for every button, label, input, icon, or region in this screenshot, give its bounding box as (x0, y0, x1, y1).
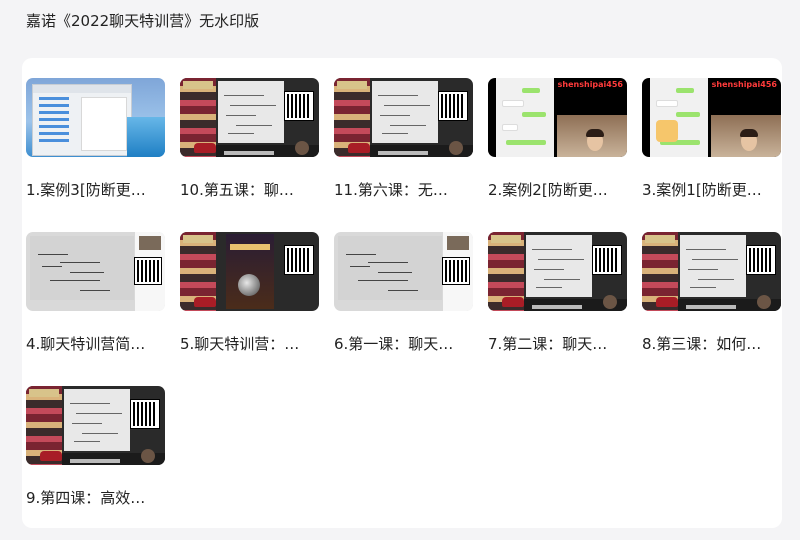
qr-code (134, 257, 162, 285)
chat-bubble (676, 88, 694, 93)
slide-board (64, 389, 130, 451)
car-image (40, 451, 62, 461)
car-image (502, 297, 524, 307)
webcam-feed (139, 236, 161, 250)
video-thumbnail[interactable] (334, 78, 473, 157)
video-title[interactable]: 10.第五课：聊… (180, 179, 319, 201)
chat-bubble (506, 140, 546, 145)
video-grid: 1.案例3[防断更… 10.第五课：聊… 11.第六课：无… shenshipa… (26, 78, 781, 540)
video-thumbnail[interactable] (488, 232, 627, 311)
chat-bubble (676, 112, 700, 117)
course-poster (226, 234, 274, 309)
subtitle (224, 151, 274, 155)
video-title[interactable]: 7.第二课：聊天… (488, 333, 627, 355)
qr-code (284, 245, 314, 275)
video-thumbnail[interactable] (26, 232, 165, 311)
video-card[interactable]: 1.案例3[防断更… (26, 78, 165, 232)
presenter (295, 141, 309, 155)
video-title[interactable]: 2.案例2[防断更… (488, 179, 627, 201)
video-title[interactable]: 3.案例1[防断更… (642, 179, 781, 201)
chat-bubble (502, 124, 518, 131)
chat-window (650, 78, 708, 157)
video-card[interactable]: 7.第二课：聊天… (488, 232, 627, 386)
window-titlebar (33, 85, 131, 93)
slide-board (680, 235, 746, 297)
car-image (348, 143, 370, 153)
video-thumbnail[interactable] (26, 386, 165, 465)
poster-globe (238, 274, 260, 296)
webcam-feed (447, 236, 469, 250)
video-card[interactable]: 10.第五课：聊… (180, 78, 319, 232)
chat-bubble (522, 112, 546, 117)
car-image (656, 297, 678, 307)
video-title[interactable]: 11.第六课：无… (334, 179, 473, 201)
chat-pane (81, 97, 127, 151)
presenter (603, 295, 617, 309)
slide-board (372, 81, 438, 143)
video-card[interactable]: 6.第一课：聊天… (334, 232, 473, 386)
webcam-hair (586, 129, 604, 137)
file-row (39, 125, 69, 128)
chat-window (496, 78, 554, 157)
file-row (39, 118, 69, 121)
chat-bubble (522, 88, 540, 93)
qr-code (442, 257, 470, 285)
video-card[interactable]: 5.聊天特训营：… (180, 232, 319, 386)
video-card[interactable]: shenshipai456 3.案例1[防断更… (642, 78, 781, 232)
subtitle (532, 305, 582, 309)
qr-code (438, 91, 468, 121)
video-thumbnail[interactable]: shenshipai456 (642, 78, 781, 157)
video-title[interactable]: 1.案例3[防断更… (26, 179, 165, 201)
subtitle (70, 459, 120, 463)
file-row (39, 97, 69, 100)
subtitle (686, 305, 736, 309)
video-thumbnail[interactable] (642, 232, 781, 311)
video-title[interactable]: 4.聊天特训营简… (26, 333, 165, 355)
presenter (449, 141, 463, 155)
presenter (757, 295, 771, 309)
qr-code (130, 399, 160, 429)
video-thumbnail[interactable]: shenshipai456 (488, 78, 627, 157)
video-card[interactable]: 9.第四课：高效… (26, 386, 165, 540)
chat-bubble (656, 100, 678, 107)
video-title[interactable]: 6.第一课：聊天… (334, 333, 473, 355)
video-card[interactable]: 4.聊天特训营简… (26, 232, 165, 386)
app-window (32, 84, 132, 156)
video-thumbnail[interactable] (180, 78, 319, 157)
qr-code (284, 91, 314, 121)
wallpaper (127, 117, 165, 157)
video-thumbnail[interactable] (180, 232, 319, 311)
video-thumbnail[interactable] (334, 232, 473, 311)
watermark: shenshipai456 (557, 80, 623, 89)
mindmap-board (338, 236, 442, 300)
video-card[interactable]: 11.第六课：无… (334, 78, 473, 232)
car-image (194, 297, 216, 307)
video-title[interactable]: 8.第三课：如何… (642, 333, 781, 355)
mindmap-board (30, 236, 134, 300)
video-thumbnail[interactable] (26, 78, 165, 157)
file-row (39, 111, 69, 114)
file-row (39, 104, 69, 107)
poster-heading (230, 244, 270, 250)
qr-code (746, 245, 776, 275)
car-image (194, 143, 216, 153)
subtitle (378, 151, 428, 155)
slide-board (218, 81, 284, 143)
slide-board (526, 235, 592, 297)
video-card[interactable]: shenshipai456 2.案例2[防断更… (488, 78, 627, 232)
webcam-hair (740, 129, 758, 137)
presenter (141, 449, 155, 463)
file-row (39, 139, 69, 142)
qr-code (592, 245, 622, 275)
avatar (656, 120, 678, 142)
chat-bubble (502, 100, 524, 107)
page-title: 嘉诺《2022聊天特训营》无水印版 (26, 12, 260, 30)
video-card[interactable]: 8.第三课：如何… (642, 232, 781, 386)
video-title[interactable]: 9.第四课：高效… (26, 487, 165, 509)
video-title[interactable]: 5.聊天特训营：… (180, 333, 319, 355)
file-row (39, 132, 69, 135)
watermark: shenshipai456 (711, 80, 777, 89)
